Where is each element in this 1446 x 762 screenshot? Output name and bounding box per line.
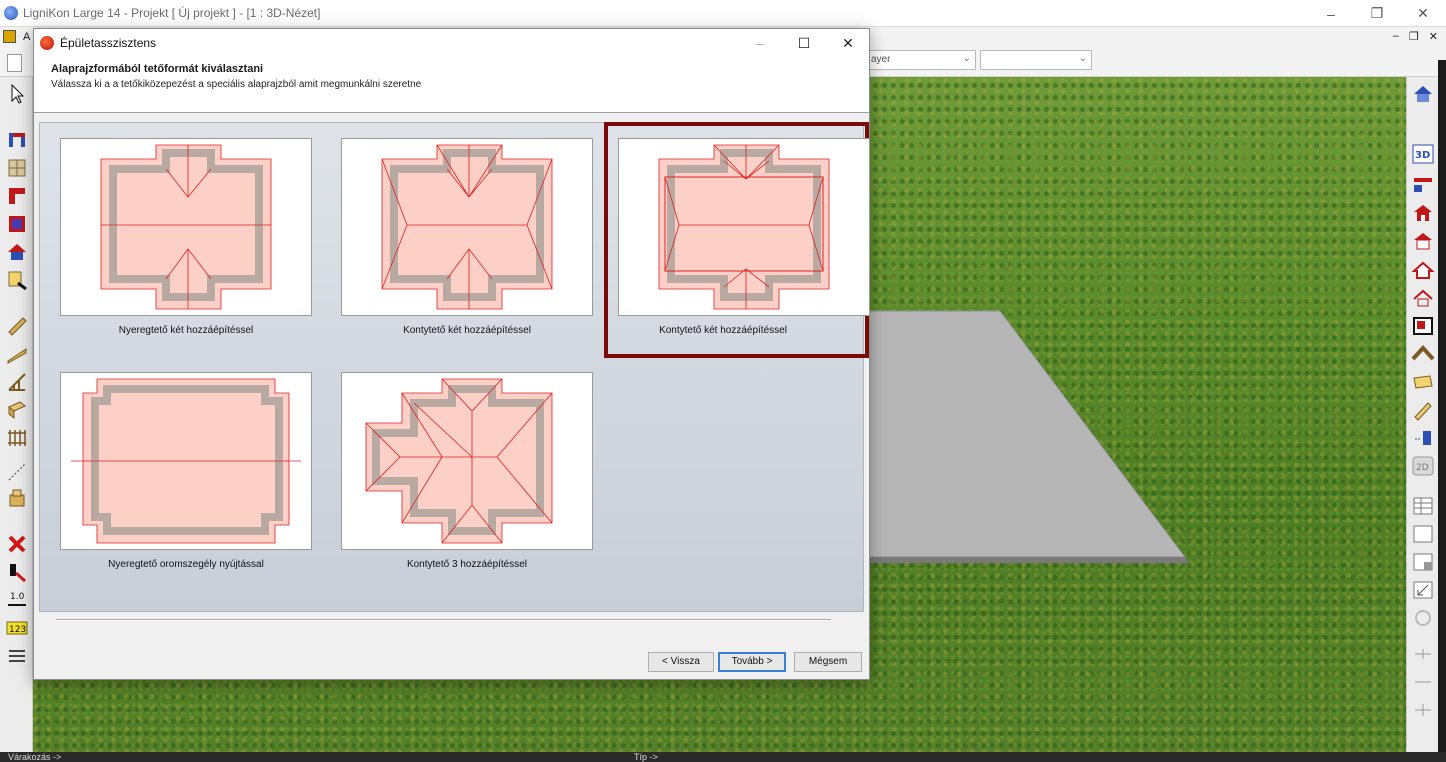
option-label: Nyeregtető két hozzáépítéssel [118, 325, 254, 336]
svg-text:1.0: 1.0 [10, 592, 25, 602]
status-left: Várakozás -> [8, 752, 62, 762]
elevation-icon[interactable] [1411, 427, 1435, 449]
app-logo-icon [4, 6, 18, 20]
mdi-controls: – ❐ ✕ [1393, 30, 1438, 43]
statusbar: Várakozás -> Típ -> [0, 752, 1446, 762]
truss-tool-icon[interactable] [6, 371, 28, 393]
mdi-close-icon[interactable]: ✕ [1429, 30, 1438, 43]
menu-app-icon[interactable] [3, 30, 16, 43]
numbering-icon[interactable]: 123 [6, 617, 28, 639]
layer-tool-icon[interactable] [6, 645, 28, 667]
menu-item-first[interactable]: A [23, 31, 30, 43]
roof-options-panel: Nyeregtető két hozzáépítéssel Kontytető … [39, 122, 870, 612]
roof-truss-icon[interactable] [1411, 343, 1435, 365]
right-toolbar: 3D 2D [1406, 77, 1438, 752]
window-tool-icon[interactable] [6, 157, 28, 179]
dimension-line-icon[interactable] [6, 461, 28, 483]
list-view-icon[interactable] [1411, 495, 1435, 517]
option-label: Kontytető két hozzáépítéssel [403, 325, 531, 336]
right-edge-panel [1438, 60, 1446, 752]
mdi-minimize-icon[interactable]: – [1393, 30, 1399, 43]
option-card-hip-three-wings[interactable]: Kontytető 3 hozzáépítéssel [327, 360, 607, 596]
mdi-restore-icon[interactable]: ❐ [1409, 30, 1419, 43]
roof-outline-icon[interactable] [1411, 287, 1435, 309]
house-tool-icon[interactable] [6, 241, 28, 263]
2d-view-icon[interactable]: 2D [1411, 455, 1435, 477]
app-title: LigniKon Large 14 - Projekt [ Új projekt… [23, 6, 321, 20]
option-label: Kontytető két hozzáépítéssel [659, 325, 787, 336]
delete-icon[interactable] [6, 533, 28, 555]
nav-line-icon[interactable] [1411, 671, 1435, 693]
option-card-gable-verge-extension[interactable]: Nyeregtető oromszegély nyújtással [46, 360, 326, 596]
pointer-icon[interactable] [6, 83, 28, 105]
measure-tool-icon[interactable]: 1.0 [6, 589, 28, 611]
frame-tool-icon[interactable] [6, 427, 28, 449]
back-button[interactable]: < Vissza [648, 652, 714, 672]
stair-tool-icon[interactable] [6, 343, 28, 365]
maximize-icon[interactable]: ❐ [1354, 0, 1400, 27]
room-tool-icon[interactable] [6, 213, 28, 235]
dialog-heading: Alaprajzformából tetőformát kiválasztani [51, 63, 264, 75]
secondary-select[interactable]: ⌄ [980, 50, 1092, 70]
floorplan-icon[interactable] [1411, 315, 1435, 337]
app-window-controls: – ❐ ✕ [1308, 0, 1446, 27]
svg-text:3D: 3D [1415, 150, 1430, 161]
roof-view-icon[interactable] [1411, 259, 1435, 281]
option-thumbnail [341, 138, 593, 316]
single-view-icon[interactable] [1411, 523, 1435, 545]
building-block-icon[interactable] [6, 487, 28, 509]
house-view-icon[interactable] [1411, 83, 1435, 105]
app-titlebar: LigniKon Large 14 - Projekt [ Új projekt… [0, 0, 1446, 27]
option-thumbnail [341, 372, 593, 550]
svg-text:2D: 2D [1416, 463, 1429, 473]
status-center: Típ -> [634, 752, 658, 762]
cancel-button[interactable]: Mégsem [794, 652, 862, 672]
dialog-separator [56, 619, 831, 621]
corner-tool-icon[interactable] [6, 185, 28, 207]
option-thumbnail [60, 138, 312, 316]
option-card-hip-two-wings[interactable]: Kontytető két hozzáépítéssel [327, 126, 607, 362]
option-thumbnail [618, 138, 870, 316]
minimize-icon[interactable]: – [1308, 0, 1354, 27]
option-card-hip-two-wings-alt[interactable]: Kontytető két hozzáépítéssel [604, 122, 870, 358]
dialog-header-panel: Alaprajzformából tetőformát kiválasztani… [34, 57, 869, 113]
option-label: Nyeregtető oromszegély nyújtással [108, 559, 264, 570]
layer-select-value: ayer [871, 54, 891, 65]
option-thumbnail [60, 372, 312, 550]
house-section-icon[interactable] [1411, 230, 1435, 252]
paint-tool-icon[interactable] [6, 561, 28, 583]
wall-tool-icon[interactable] [6, 129, 28, 151]
panel-icon[interactable] [1411, 371, 1435, 393]
timber-tool-icon[interactable] [6, 399, 28, 421]
left-toolbar: 1.0 123 [0, 77, 33, 752]
new-document-icon[interactable] [7, 54, 22, 72]
beam-view-icon[interactable] [1411, 399, 1435, 421]
nav-cross-icon[interactable] [1411, 699, 1435, 721]
building-assistant-dialog: Épületasszisztens – ☐ ✕ Alaprajzformából… [33, 28, 870, 680]
split-view-icon[interactable] [1411, 551, 1435, 573]
refresh-icon[interactable] [1411, 607, 1435, 629]
house-red-icon[interactable] [1411, 202, 1435, 224]
chevron-down-icon: ⌄ [1078, 53, 1087, 64]
nav-minus-icon[interactable] [1411, 643, 1435, 665]
close-icon[interactable]: ✕ [1400, 0, 1446, 27]
edit-tool-icon[interactable] [6, 269, 28, 291]
beam-tool-icon[interactable] [6, 315, 28, 337]
layer-select[interactable]: ayer ⌄ [866, 50, 976, 70]
svg-text:123: 123 [9, 625, 26, 635]
resize-view-icon[interactable] [1411, 579, 1435, 601]
chevron-down-icon: ⌄ [962, 53, 971, 64]
dialog-subheading: Válassza ki a a tetőkiközepezést a speci… [51, 79, 422, 90]
option-label: Kontytető 3 hozzáépítéssel [406, 559, 528, 570]
option-card-gable-two-wings[interactable]: Nyeregtető két hozzáépítéssel [46, 126, 326, 362]
wall-view-icon[interactable] [1411, 173, 1435, 195]
3d-view-icon[interactable]: 3D [1411, 143, 1435, 165]
next-button[interactable]: Tovább > [718, 652, 786, 672]
